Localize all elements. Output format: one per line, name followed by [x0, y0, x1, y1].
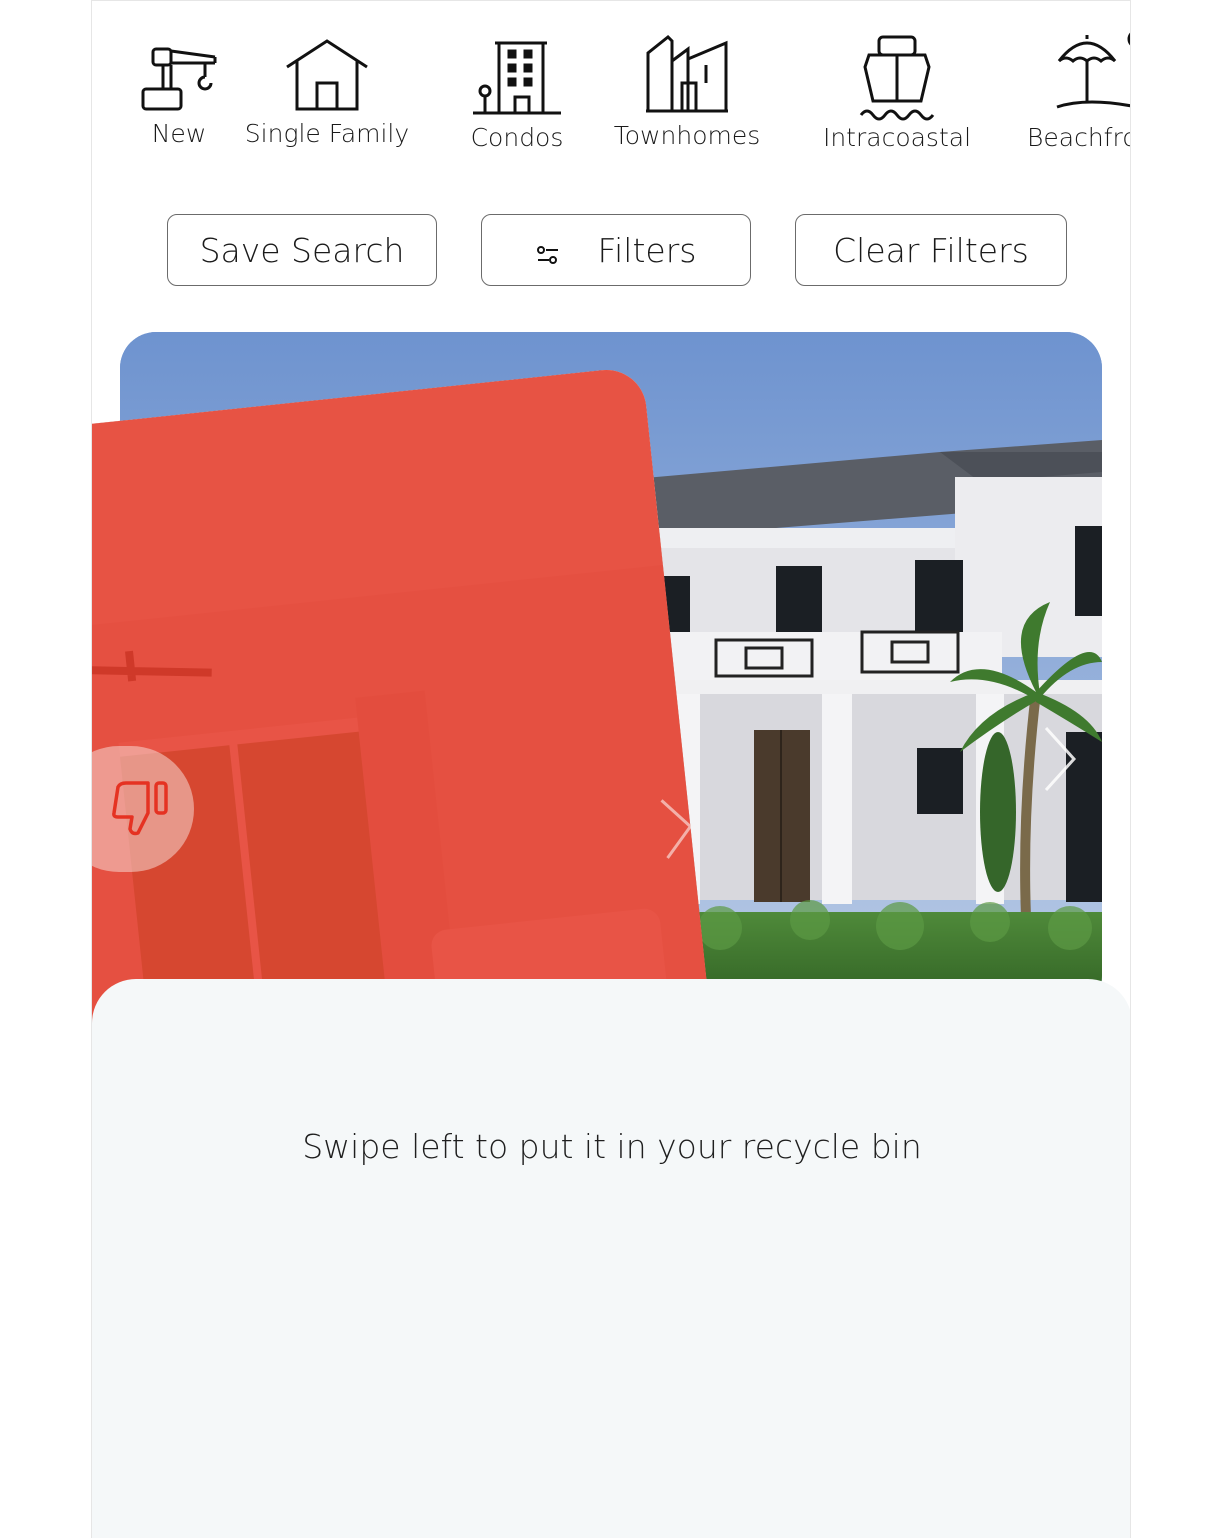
ship-icon	[859, 35, 935, 121]
crane-icon	[141, 47, 217, 111]
category-label: New	[151, 119, 207, 148]
category-condos[interactable]: Condos	[452, 31, 582, 152]
sliders-icon	[536, 245, 560, 265]
condo-building-icon	[473, 41, 561, 115]
app-screen: New Single Family Condos Townhomes Intra…	[91, 0, 1131, 1538]
townhomes-icon	[646, 34, 728, 113]
save-search-button[interactable]: Save Search	[167, 214, 437, 286]
filters-label: Filters	[597, 230, 697, 270]
category-label: Single Family	[244, 119, 410, 148]
filters-button[interactable]: Filters	[481, 214, 751, 286]
beach-umbrella-icon	[1056, 32, 1130, 109]
clear-filters-button[interactable]: Clear Filters	[795, 214, 1067, 286]
category-label: Intracoastal	[822, 123, 972, 152]
category-single-family[interactable]: Single Family	[242, 31, 412, 148]
next-photo-icon[interactable]	[1042, 724, 1078, 794]
category-label: Townhomes	[613, 121, 761, 150]
category-strip[interactable]: New Single Family Condos Townhomes Intra…	[92, 1, 1131, 191]
category-new[interactable]: New	[124, 31, 234, 148]
thumbs-down-icon	[112, 781, 168, 836]
save-search-label: Save Search	[199, 230, 405, 270]
clear-filters-label: Clear Filters	[833, 230, 1029, 270]
category-townhomes[interactable]: Townhomes	[607, 31, 767, 150]
house-icon	[286, 39, 368, 111]
listing-card-stack[interactable]	[92, 316, 1130, 1198]
category-intracoastal[interactable]: Intracoastal	[817, 31, 977, 152]
category-label: Beachfro	[1027, 123, 1131, 152]
category-beachfront[interactable]: Beachfro	[1027, 31, 1131, 152]
swipe-hint-text: Swipe left to put it in your recycle bin	[302, 1127, 922, 1166]
bottom-sheet	[92, 979, 1130, 1538]
category-label: Condos	[470, 123, 564, 152]
